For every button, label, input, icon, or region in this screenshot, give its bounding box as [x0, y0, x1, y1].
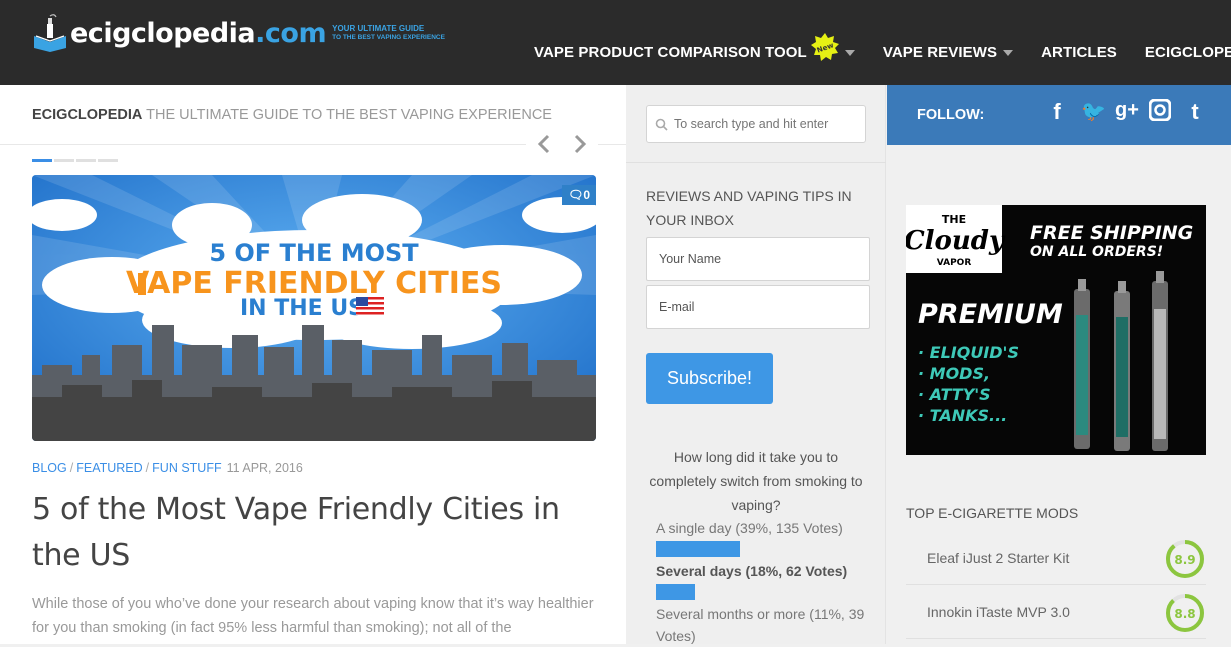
tagline-brand: ECIGCLOPEDIA	[32, 107, 143, 123]
site-tagline: ECIGCLOPEDIA THE ULTIMATE GUIDE TO THE B…	[32, 107, 552, 123]
ad-image: THE Cloudy VAPOR FREE SHIPPING ON ALL OR…	[906, 205, 1206, 455]
email-field[interactable]: E-mail	[646, 285, 870, 329]
mod-name[interactable]: Innokin iTaste MVP 3.0	[927, 604, 1070, 620]
nav-label: VAPE REVIEWS	[882, 44, 998, 61]
featured-image[interactable]: 5 OF THE MOST VAPE FRIENDLY CITIES IN TH…	[32, 175, 596, 441]
book-logo-icon	[34, 14, 66, 52]
search-icon	[655, 118, 668, 131]
instagram-icon[interactable]	[1149, 99, 1171, 121]
logo-tag-line-2: TO THE BEST VAPING EXPERIENCE	[332, 34, 445, 41]
chevron-right-icon[interactable]	[573, 134, 587, 154]
chevron-down-icon	[844, 49, 855, 56]
newsletter-title: REVIEWS AND VAPING TIPS IN YOUR INBOX	[646, 188, 852, 228]
chevron-down-icon	[1003, 49, 1014, 56]
ad-item: · TANKS...	[918, 406, 1007, 425]
sidebar-middle: REVIEWS AND VAPING TIPS IN YOUR INBOX Yo…	[626, 85, 886, 644]
post-excerpt: While those of you who’ve done your rese…	[32, 596, 594, 636]
ad-premium: PREMIUM	[918, 299, 1063, 330]
site-header: ecigclopedia.com YOUR ULTIMATE GUIDE TO …	[0, 0, 1231, 85]
post-date: 11 APR, 2016	[226, 461, 303, 475]
tumblr-icon[interactable]: t	[1185, 99, 1205, 125]
hero-illustration: 5 OF THE MOST VAPE FRIENDLY CITIES IN TH…	[32, 175, 596, 441]
score-ring: 8.9	[1166, 540, 1204, 578]
vape-pen-icon	[138, 273, 146, 295]
ad-shipping-1: FREE SHIPPING	[1030, 222, 1193, 244]
slider-arrows	[526, 131, 598, 157]
ad-brand-vapor: VAPOR	[937, 258, 972, 268]
ad-item: · ATTY'S	[918, 385, 991, 404]
category-link-featured[interactable]: FEATURED	[76, 461, 142, 475]
poll-option[interactable]: Several days (18%, 62 Votes)	[656, 560, 871, 582]
us-flag-icon	[356, 297, 384, 315]
search-box[interactable]	[646, 105, 866, 143]
poll-result-bar	[656, 584, 695, 600]
main-nav: VAPE PRODUCT COMPARISON TOOL New VAPE RE…	[534, 32, 1231, 61]
divider	[626, 162, 886, 163]
slider-dot[interactable]	[54, 159, 74, 162]
comment-count-badge[interactable]: 🗨0	[562, 185, 596, 205]
ad-brand-the: THE	[942, 213, 966, 226]
score-ring: 8.8	[1166, 594, 1204, 632]
main-content: ECIGCLOPEDIA THE ULTIMATE GUIDE TO THE B…	[0, 85, 626, 644]
sidebar-right: FOLLOW: f 🐦 g+ t THE Cloudy VAPOR FREE S…	[887, 85, 1231, 644]
vape-mod-image	[1074, 271, 1168, 451]
subscribe-button[interactable]: Subscribe!	[646, 353, 773, 404]
site-logo[interactable]: ecigclopedia.com YOUR ULTIMATE GUIDE TO …	[32, 14, 445, 52]
nav-label: ECIGCLOPEDIA	[1144, 44, 1231, 61]
nav-item-comparison-tool[interactable]: VAPE PRODUCT COMPARISON TOOL New	[534, 32, 855, 61]
hero-line-1: 5 OF THE MOST	[209, 239, 419, 267]
google-plus-icon[interactable]: g+	[1115, 99, 1139, 125]
nav-item-articles[interactable]: ARTICLES	[1041, 44, 1117, 61]
slider-dot[interactable]	[76, 159, 96, 162]
mod-list-item[interactable]: Innokin iTaste MVP 3.0 8.8	[906, 587, 1206, 639]
search-input[interactable]	[674, 117, 854, 131]
nav-item-ecigclopedia[interactable]: ECIGCLOPEDIA	[1145, 44, 1231, 61]
post-meta: BLOG / FEATURED / FUN STUFF 11 APR, 2016	[32, 461, 303, 475]
ad-item: · ELIQUID'S	[918, 343, 1019, 362]
poll-question: How long did it take you to completely s…	[649, 449, 863, 513]
follow-label: FOLLOW:	[917, 107, 985, 123]
twitter-icon[interactable]: 🐦	[1081, 99, 1106, 125]
ad-shipping-2: ON ALL ORDERS!	[1030, 244, 1163, 260]
score-value: 8.8	[1174, 607, 1195, 621]
mod-list-item[interactable]: Eleaf iJust 2 Starter Kit 8.9	[906, 533, 1206, 585]
tagline-text: THE ULTIMATE GUIDE TO THE BEST VAPING EX…	[142, 107, 552, 123]
new-badge-icon: New	[810, 32, 839, 61]
comment-count: 0	[583, 188, 590, 202]
top-mods-title: TOP E-CIGARETTE MODS	[906, 505, 1079, 521]
hero-line-3: IN THE US	[240, 296, 364, 321]
logo-tag-line-1: YOUR ULTIMATE GUIDE	[332, 24, 425, 33]
facebook-icon[interactable]: f	[1047, 99, 1067, 125]
slider-dot-active[interactable]	[32, 159, 52, 162]
ad-item: · MODS,	[918, 364, 990, 383]
score-value: 8.9	[1174, 553, 1195, 567]
ad-brand-cloudy: Cloudy	[906, 226, 1006, 256]
logo-tagline: YOUR ULTIMATE GUIDE TO THE BEST VAPING E…	[332, 24, 445, 42]
category-link-fun-stuff[interactable]: FUN STUFF	[152, 461, 221, 475]
follow-bar: FOLLOW: f 🐦 g+ t	[887, 85, 1231, 145]
comment-icon: 🗨	[568, 188, 584, 202]
logo-domain: .com	[255, 17, 327, 49]
nav-item-vape-reviews[interactable]: VAPE REVIEWS	[882, 44, 1014, 61]
ad-banner-cloudy-vapor[interactable]: THE Cloudy VAPOR FREE SHIPPING ON ALL OR…	[906, 205, 1206, 455]
category-link-blog[interactable]: BLOG	[32, 461, 67, 475]
post-title[interactable]: 5 of the Most Vape Friendly Cities in th…	[32, 487, 602, 579]
slider-dot[interactable]	[98, 159, 118, 162]
poll-option[interactable]: A single day (39%, 135 Votes)	[656, 517, 871, 539]
logo-text: ecigclopedia	[70, 17, 256, 49]
chevron-left-icon[interactable]	[537, 134, 551, 154]
social-links: f 🐦 g+ t	[1047, 99, 1205, 125]
name-field[interactable]: Your Name	[646, 237, 870, 281]
poll-option[interactable]: Several months or more (11%, 39 Votes)	[656, 603, 871, 647]
nav-label: VAPE PRODUCT COMPARISON TOOL	[534, 44, 807, 61]
mod-name[interactable]: Eleaf iJust 2 Starter Kit	[927, 550, 1069, 566]
poll-result-bar	[656, 541, 740, 557]
nav-label: ARTICLES	[1041, 44, 1117, 61]
slider-pagination	[32, 159, 118, 162]
